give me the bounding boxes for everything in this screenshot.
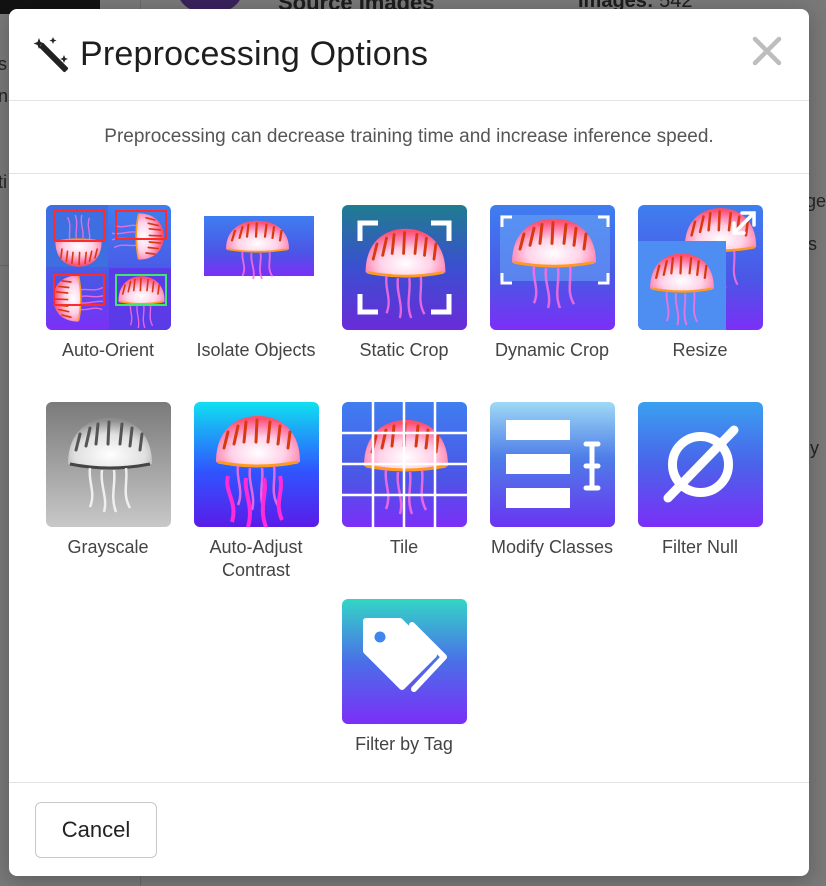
option-label: Static Crop <box>359 340 449 360</box>
option-filter-null[interactable]: Filter Null <box>627 402 773 559</box>
option-label: Auto-Adjust Contrast <box>209 537 303 580</box>
preprocessing-options-modal: Preprocessing Options Preprocessing can … <box>9 9 809 876</box>
modal-header: Preprocessing Options <box>9 9 809 101</box>
modal-subtitle: Preprocessing can decrease training time… <box>104 126 714 147</box>
magic-wand-icon <box>33 36 69 72</box>
option-isolate-objects[interactable]: Isolate Objects <box>183 205 329 362</box>
option-filter-by-tag[interactable]: Filter by Tag <box>331 599 477 756</box>
isolate-objects-icon <box>194 205 319 330</box>
auto-orient-icon <box>45 205 171 330</box>
option-label: Tile <box>389 537 419 557</box>
subtitle-bar: Preprocessing can decrease training time… <box>9 101 809 174</box>
option-label: Filter by Tag <box>355 734 453 754</box>
close-button[interactable] <box>747 29 787 73</box>
close-icon <box>752 36 782 66</box>
option-label: Grayscale <box>67 537 149 557</box>
option-label: Modify Classes <box>490 537 614 557</box>
modify-classes-icon <box>489 402 615 527</box>
option-auto-orient[interactable]: Auto-Orient <box>35 205 181 362</box>
option-label: Resize <box>672 340 728 360</box>
option-resize[interactable]: Resize <box>627 205 773 362</box>
option-dynamic-crop[interactable]: Dynamic Crop <box>479 205 625 362</box>
resize-icon <box>637 205 763 330</box>
filter-null-icon <box>637 402 763 527</box>
grayscale-icon <box>45 402 171 527</box>
option-label: Dynamic Crop <box>494 340 610 360</box>
tile-icon <box>341 402 467 527</box>
option-modify-classes[interactable]: Modify Classes <box>479 402 625 559</box>
option-auto-adjust-contrast[interactable]: Auto-Adjust Contrast <box>183 402 329 582</box>
modal-title: Preprocessing Options <box>80 35 429 73</box>
option-static-crop[interactable]: Static Crop <box>331 205 477 362</box>
filter-by-tag-icon <box>341 599 467 724</box>
modal-footer: Cancel <box>9 782 809 876</box>
option-grayscale[interactable]: Grayscale <box>35 402 181 559</box>
cancel-button[interactable]: Cancel <box>35 802 157 858</box>
option-label: Auto-Orient <box>61 340 155 360</box>
option-tile[interactable]: Tile <box>331 402 477 559</box>
auto-adjust-contrast-icon <box>193 402 319 527</box>
option-label: Filter Null <box>661 537 738 557</box>
option-label: Isolate Objects <box>196 340 316 360</box>
dynamic-crop-icon <box>489 205 615 330</box>
static-crop-icon <box>341 205 467 330</box>
